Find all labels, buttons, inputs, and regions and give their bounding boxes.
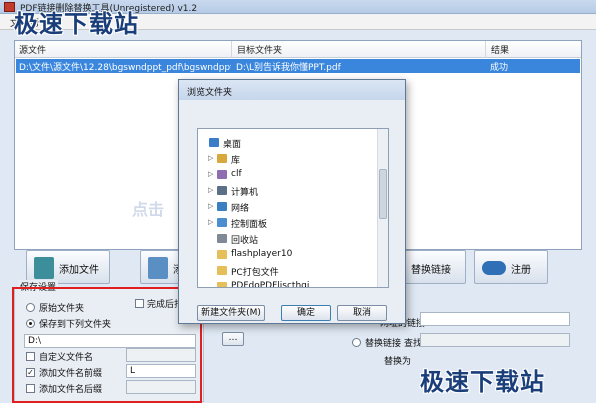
suffix-input[interactable] <box>126 380 196 394</box>
expand-arrow-icon[interactable]: ▷ <box>208 218 213 226</box>
replace-link-label: 替换链接 <box>411 265 451 276</box>
expand-arrow-icon[interactable]: ▷ <box>208 186 213 194</box>
find-input[interactable] <box>420 333 570 347</box>
folder-label: PDFdoPDFljscthgj <box>231 281 310 288</box>
custom-name-input[interactable] <box>126 348 196 362</box>
folder-label: 控制面板 <box>231 220 268 230</box>
cancel-button[interactable]: 取消 <box>337 305 387 321</box>
register-key-icon <box>482 261 506 275</box>
folder-label: 网络 <box>231 204 250 214</box>
folder-icon <box>217 170 227 179</box>
folder-icon <box>217 250 227 259</box>
row-result: 成功 <box>490 63 509 73</box>
folder-label: PC打包文件 <box>231 268 279 278</box>
folder-icon <box>217 154 227 163</box>
replace-link-option-label: 替换链接 <box>365 339 402 349</box>
folder-icon <box>217 266 227 275</box>
folder-label: 计算机 <box>231 188 259 198</box>
folder-icon <box>209 138 219 147</box>
original-folder-radio[interactable] <box>26 303 35 312</box>
custom-name-checkbox[interactable] <box>26 352 35 361</box>
folder-icon <box>217 202 227 211</box>
output-folder-input[interactable]: D:\ <box>24 334 196 348</box>
add-prefix-checkbox[interactable]: ✓ <box>26 368 35 377</box>
folder-tree-item[interactable]: ▷ clf <box>198 167 378 183</box>
folder-icon <box>217 218 227 227</box>
folder-icon <box>217 186 227 195</box>
original-folder-label: 原始文件夹 <box>39 304 85 314</box>
add-folder-icon <box>148 257 168 279</box>
expand-arrow-icon[interactable]: ▷ <box>208 202 213 210</box>
folder-label: flashplayer10 <box>231 249 293 259</box>
custom-name-label: 自定义文件名 <box>39 353 94 363</box>
watermark-bottom: 极速下载站 <box>420 368 545 396</box>
folder-label: 回收站 <box>231 236 259 246</box>
folder-icon <box>217 282 227 287</box>
watermark-faint: 点击 <box>132 200 165 219</box>
dialog-title: 浏览文件夹 <box>187 88 233 98</box>
new-folder-button[interactable]: 新建文件夹(M) <box>197 305 265 321</box>
expand-arrow-icon[interactable]: ▷ <box>208 170 213 178</box>
column-result[interactable]: 结果 <box>491 43 509 56</box>
folder-label: clf <box>231 169 242 179</box>
register-label: 注册 <box>511 265 531 276</box>
table-row[interactable]: D:\文件\源文件\12.28\bgswndppt_pdf\bgswndppt\… <box>16 59 580 73</box>
folder-tree-item[interactable]: ▷ 网络 <box>198 199 378 215</box>
add-prefix-label: 添加文件名前缀 <box>39 369 103 379</box>
folder-tree-item[interactable]: PDFdoPDFljscthgj <box>198 279 378 288</box>
replace-link-button[interactable]: 替换链接 <box>396 250 466 284</box>
folder-label: 库 <box>231 156 241 166</box>
folder-tree-item[interactable]: ▷ 库 <box>198 151 378 167</box>
row-target: D:\L别告诉我你懂PPT.pdf <box>236 63 341 73</box>
column-source[interactable]: 源文件 <box>19 43 46 56</box>
column-divider <box>485 41 486 58</box>
open-after-checkbox[interactable] <box>135 299 144 308</box>
browse-folder-dialog: 浏览文件夹 桌面 ▷ 库 ▷ clf ▷ 计算机 ▷ 网络 ▷ 控制面板 回收站 flashplayer… <box>178 79 406 324</box>
folder-tree-item[interactable]: 回收站 <box>198 231 378 247</box>
prefix-input[interactable]: L <box>126 364 196 378</box>
folder-tree-item[interactable]: PC打包文件 <box>198 263 378 279</box>
browse-folder-button[interactable]: … <box>222 332 244 346</box>
replace-link-radio[interactable] <box>352 338 361 347</box>
dialog-titlebar: 浏览文件夹 <box>179 80 405 100</box>
tree-scrollbar[interactable] <box>377 129 388 287</box>
column-divider <box>231 41 232 58</box>
url-link-input[interactable] <box>420 312 570 326</box>
folder-tree-item[interactable]: ▷ 控制面板 <box>198 215 378 231</box>
save-to-folder-label: 保存到下列文件夹 <box>39 320 112 330</box>
ok-button[interactable]: 确定 <box>281 305 331 321</box>
table-header: 源文件 目标文件夹 结果 <box>15 41 581 58</box>
column-target[interactable]: 目标文件夹 <box>237 43 282 56</box>
folder-tree-item[interactable]: ▷ 计算机 <box>198 183 378 199</box>
add-suffix-checkbox[interactable] <box>26 384 35 393</box>
scroll-thumb[interactable] <box>379 169 387 219</box>
watermark-top: 极速下载站 <box>14 10 139 38</box>
expand-arrow-icon[interactable]: ▷ <box>208 154 213 162</box>
add-file-label: 添加文件 <box>59 265 99 276</box>
add-suffix-label: 添加文件名后缀 <box>39 385 103 395</box>
folder-tree-item[interactable]: flashplayer10 <box>198 247 378 263</box>
folder-label: 桌面 <box>223 140 242 150</box>
add-file-button[interactable]: 添加文件 <box>26 250 110 284</box>
replace-with-label: 替换为 <box>384 357 412 367</box>
folder-tree[interactable]: 桌面 ▷ 库 ▷ clf ▷ 计算机 ▷ 网络 ▷ 控制面板 回收站 flashplayer10 PC打包… <box>197 128 389 288</box>
save-settings-title: 保存设置 <box>18 280 59 293</box>
save-to-folder-radio[interactable] <box>26 319 35 328</box>
add-file-icon <box>34 257 54 279</box>
folder-icon <box>217 234 227 243</box>
register-button[interactable]: 注册 <box>474 250 548 284</box>
folder-tree-item[interactable]: 桌面 <box>198 135 378 151</box>
row-source: D:\文件\源文件\12.28\bgswndppt_pdf\bgswndppt\… <box>19 63 231 73</box>
